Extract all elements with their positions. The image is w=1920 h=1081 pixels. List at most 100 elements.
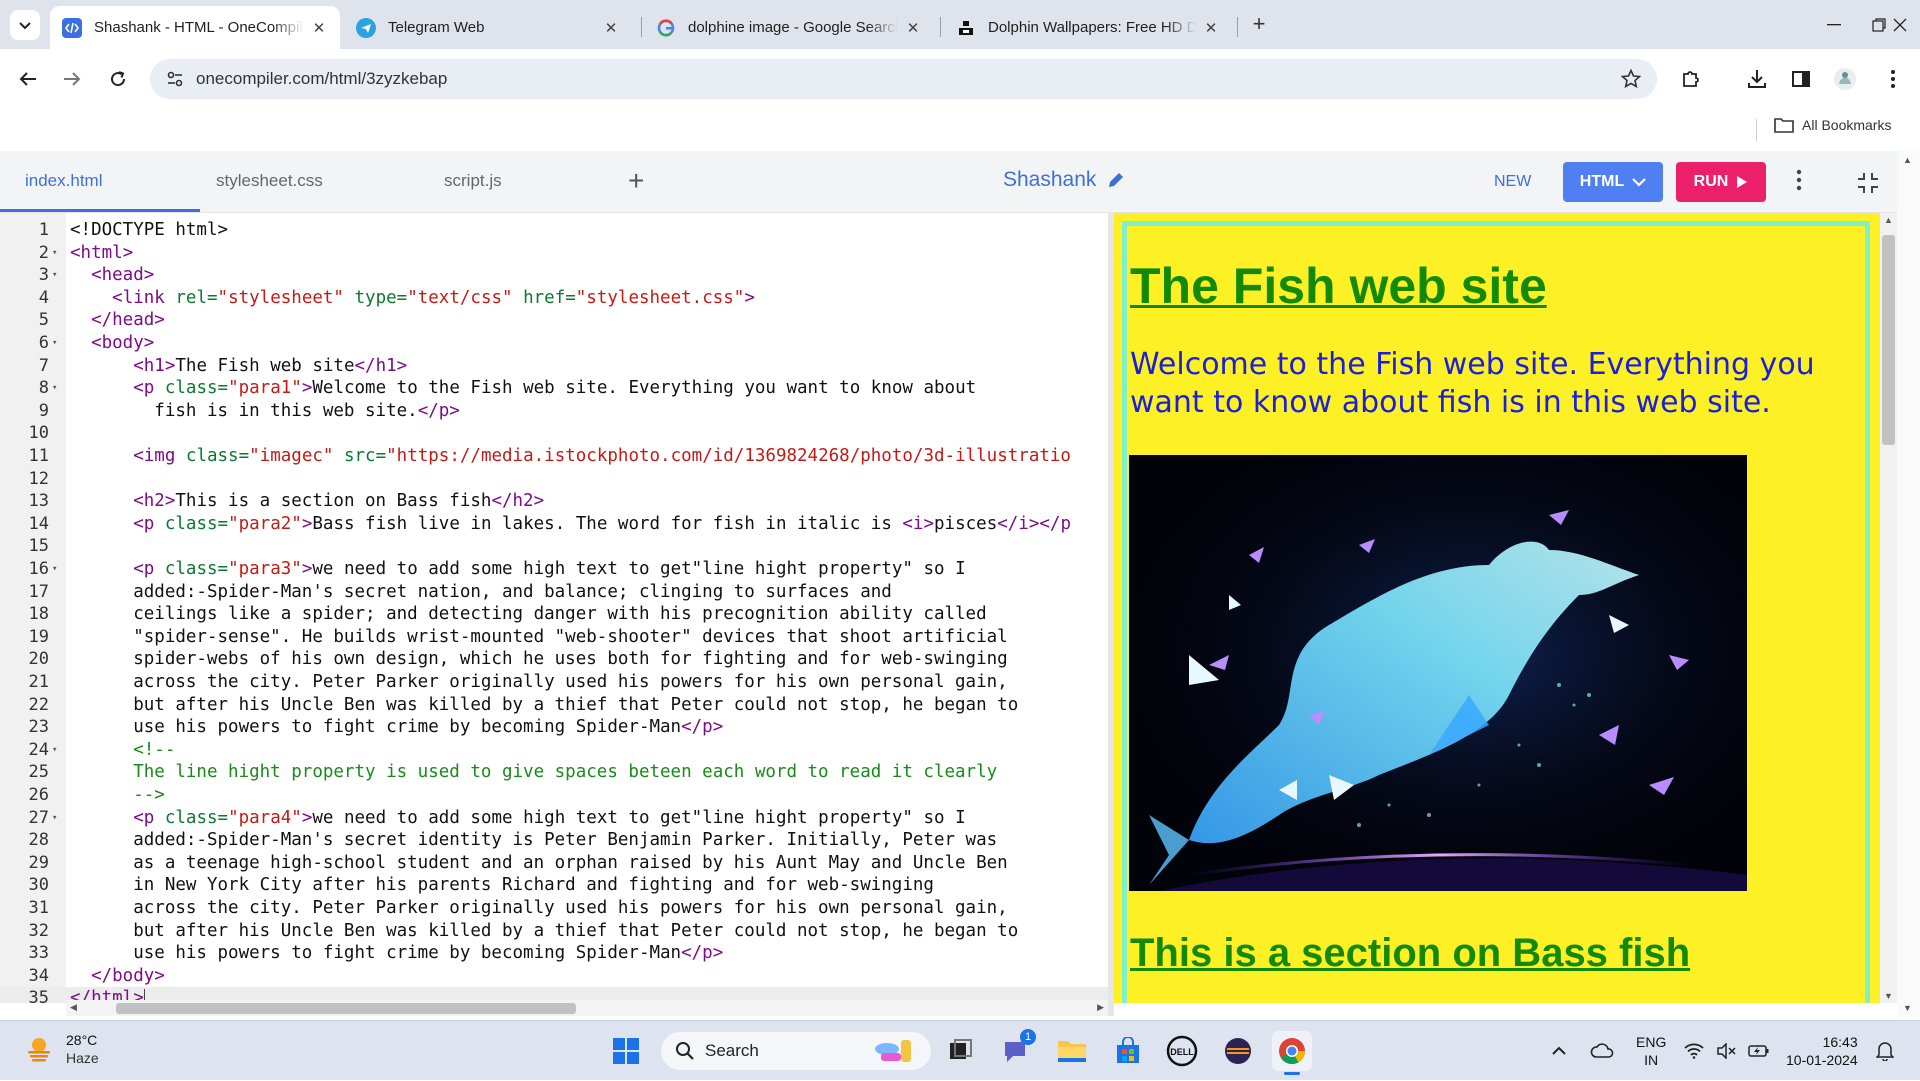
system-tray-icons[interactable]: [1684, 1021, 1770, 1081]
notifications-button[interactable]: [1876, 1021, 1894, 1081]
system-clock[interactable]: 16:43 10-01-2024: [1786, 1033, 1858, 1069]
page-scrollbar[interactable]: ▲ ▼: [1897, 151, 1920, 1017]
close-icon[interactable]: ✕: [602, 19, 620, 37]
code-line[interactable]: 6 ▾ <body>: [0, 332, 1108, 355]
code-line[interactable]: 2 ▾ <html>: [0, 242, 1108, 265]
browser-tab-onecompiler[interactable]: Shashank - HTML - OneCompiler ✕: [50, 6, 340, 49]
code-line[interactable]: 19 "spider-sense". He builds wrist-mount…: [0, 626, 1108, 649]
code-line[interactable]: 30 in New York City after his parents Ri…: [0, 874, 1108, 897]
all-bookmarks-button[interactable]: All Bookmarks: [1774, 117, 1891, 133]
tab-stylesheet-css[interactable]: stylesheet.css: [216, 171, 323, 191]
tab-index-html[interactable]: index.html: [25, 171, 102, 191]
side-panel-button[interactable]: [1785, 63, 1817, 95]
code-line[interactable]: 3 ▾ <head>: [0, 264, 1108, 287]
code-line[interactable]: 32 but after his Uncle Ben was killed by…: [0, 920, 1108, 943]
reload-button[interactable]: [102, 63, 134, 95]
code-editor[interactable]: 1 <!DOCTYPE html> 2 ▾ <html> 3 ▾ <head> 4 <link…: [0, 213, 1108, 1003]
teams-chat-button[interactable]: 1: [996, 1029, 1036, 1071]
code-line[interactable]: 29 as a teenage high-school student and …: [0, 852, 1108, 875]
dell-app-button[interactable]: DELL: [1162, 1031, 1202, 1071]
fold-arrow-icon[interactable]: ▾: [52, 264, 57, 287]
code-line[interactable]: 33 use his powers to fight crime by beco…: [0, 942, 1108, 965]
tab-search-button[interactable]: [10, 10, 40, 40]
code-line[interactable]: 20 spider-webs of his own design, which …: [0, 648, 1108, 671]
input-language[interactable]: ENG IN: [1636, 1021, 1666, 1081]
code-line[interactable]: 5 </head>: [0, 309, 1108, 332]
profile-avatar[interactable]: [1829, 63, 1861, 95]
scroll-down-icon[interactable]: ▼: [1884, 991, 1893, 1001]
code-line[interactable]: 15: [0, 535, 1108, 558]
weather-widget[interactable]: 28°C Haze: [24, 1031, 99, 1067]
extensions-button[interactable]: [1675, 63, 1707, 95]
new-tab-button[interactable]: +: [1245, 11, 1273, 39]
new-button[interactable]: NEW: [1494, 173, 1531, 191]
code-line[interactable]: 23 use his powers to fight crime by beco…: [0, 716, 1108, 739]
browser-menu-button[interactable]: [1877, 63, 1909, 95]
fold-arrow-icon[interactable]: ▾: [52, 558, 57, 581]
code-line[interactable]: 22 but after his Uncle Ben was killed by…: [0, 694, 1108, 717]
code-line[interactable]: 21 across the city. Peter Parker origina…: [0, 671, 1108, 694]
browser-tab-dolphin[interactable]: Dolphin Wallpapers: Free HD Download ✕: [944, 6, 1232, 49]
scroll-down-icon[interactable]: ▼: [1903, 1003, 1912, 1013]
close-window-button[interactable]: [1880, 0, 1920, 49]
close-icon[interactable]: ✕: [310, 19, 328, 37]
forward-button[interactable]: [56, 63, 88, 95]
code-line[interactable]: 16 ▾ <p class="para3">we need to add some…: [0, 558, 1108, 581]
code-line[interactable]: 13 <h2>This is a section on Bass fish</h…: [0, 490, 1108, 513]
back-button[interactable]: [12, 63, 44, 95]
code-line[interactable]: 8 ▾ <p class="para1">Welcome to the Fish …: [0, 377, 1108, 400]
fold-arrow-icon[interactable]: ▾: [52, 807, 57, 830]
editor-horizontal-scrollbar[interactable]: ◀ ▶: [66, 1000, 1108, 1016]
code-line[interactable]: 1 <!DOCTYPE html>: [0, 219, 1108, 242]
code-line[interactable]: 34 </body>: [0, 965, 1108, 988]
edit-pencil-icon[interactable]: [1106, 170, 1126, 190]
downloads-button[interactable]: [1741, 63, 1773, 95]
eclipse-button[interactable]: [1218, 1031, 1258, 1071]
start-button[interactable]: [606, 1031, 646, 1071]
tray-overflow-button[interactable]: [1552, 1021, 1566, 1081]
chrome-button[interactable]: [1272, 1031, 1312, 1075]
code-line[interactable]: 10: [0, 422, 1108, 445]
project-title[interactable]: Shashank: [1003, 168, 1126, 192]
bookmark-star-icon[interactable]: [1620, 68, 1642, 94]
code-line[interactable]: 31 across the city. Peter Parker origina…: [0, 897, 1108, 920]
run-button[interactable]: RUN: [1676, 162, 1766, 202]
fold-arrow-icon[interactable]: ▾: [52, 242, 57, 265]
code-line[interactable]: 24 ▾ <!--: [0, 739, 1108, 762]
browser-tab-google[interactable]: dolphine image - Google Search ✕: [644, 6, 934, 49]
scroll-up-icon[interactable]: ▲: [1884, 215, 1893, 225]
site-info-icon[interactable]: [166, 70, 184, 93]
code-line[interactable]: 9 fish is in this web site.</p>: [0, 400, 1108, 423]
address-bar[interactable]: onecompiler.com/html/3zyzkebap: [150, 59, 1657, 99]
scroll-up-icon[interactable]: ▲: [1903, 155, 1912, 165]
code-line[interactable]: 28 added:-Spider-Man's secret identity i…: [0, 829, 1108, 852]
code-line[interactable]: 26 -->: [0, 784, 1108, 807]
code-line[interactable]: 12: [0, 468, 1108, 491]
code-line[interactable]: 7 <h1>The Fish web site</h1>: [0, 355, 1108, 378]
preview-vertical-scrollbar[interactable]: ▲ ▼: [1880, 213, 1897, 1003]
tab-script-js[interactable]: script.js: [444, 171, 502, 191]
close-icon[interactable]: ✕: [904, 19, 922, 37]
code-line[interactable]: 17 added:-Spider-Man's secret nation, an…: [0, 581, 1108, 604]
fold-arrow-icon[interactable]: ▾: [52, 332, 57, 355]
fold-arrow-icon[interactable]: ▾: [52, 377, 57, 400]
scroll-right-icon[interactable]: ▶: [1097, 1002, 1104, 1013]
fullscreen-button[interactable]: [1856, 171, 1882, 197]
scrollbar-thumb[interactable]: [116, 1003, 576, 1014]
add-file-button[interactable]: +: [628, 165, 644, 197]
code-line[interactable]: 11 <img class="imagec" src="https://medi…: [0, 445, 1108, 468]
browser-tab-telegram[interactable]: Telegram Web ✕: [344, 6, 632, 49]
language-select[interactable]: HTML: [1563, 162, 1663, 202]
onedrive-button[interactable]: [1590, 1021, 1614, 1081]
fold-arrow-icon[interactable]: ▾: [52, 739, 57, 762]
code-line[interactable]: 18 ceilings like a spider; and detecting…: [0, 603, 1108, 626]
taskbar-search[interactable]: Search: [661, 1032, 931, 1070]
file-explorer-button[interactable]: [1052, 1031, 1092, 1071]
code-line[interactable]: 4 <link rel="stylesheet" type="text/css"…: [0, 287, 1108, 310]
microsoft-store-button[interactable]: [1108, 1031, 1148, 1071]
scrollbar-thumb[interactable]: [1882, 235, 1895, 445]
code-line[interactable]: 27 ▾ <p class="para4">we need to add some…: [0, 807, 1108, 830]
task-view-button[interactable]: [940, 1031, 980, 1071]
scroll-left-icon[interactable]: ◀: [70, 1002, 77, 1013]
code-line[interactable]: 25 The line hight property is used to gi…: [0, 761, 1108, 784]
